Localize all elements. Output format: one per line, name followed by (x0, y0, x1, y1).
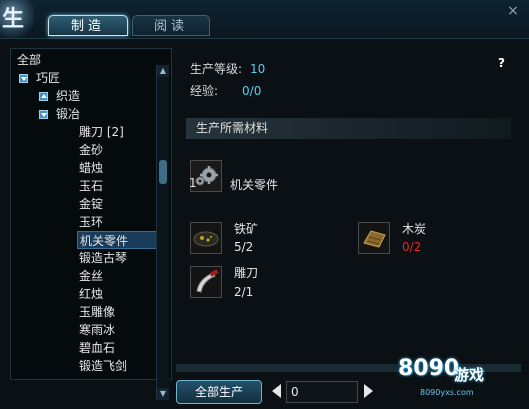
tree-item-recipe[interactable]: 玉环 (79, 213, 103, 231)
increase-quantity-icon[interactable] (364, 384, 373, 398)
expand-icon[interactable] (39, 92, 48, 101)
production-emblem: 生 (0, 0, 34, 38)
experience-label: 经验: (190, 84, 219, 98)
tree-item-label: 锻冶 (56, 107, 81, 121)
tree-item-recipe[interactable]: 红烛 (79, 285, 103, 303)
material-name: 雕刀 (234, 266, 259, 280)
tree-item-recipe[interactable]: 金砂 (79, 141, 103, 159)
collapse-icon[interactable] (39, 110, 48, 119)
recipe-tree-panel: 全部 巧匠 织造 锻冶 雕刀 [2] 金砂 蜡烛 玉石 金锭 玉环 机关零件 锻… (10, 48, 172, 380)
tree-item-recipe[interactable]: 蜡烛 (79, 159, 103, 177)
crafting-window: 生 制造 阅读 × 全部 巧匠 织造 锻冶 雕刀 [2] 金砂 蜡烛 玉石 金锭… (0, 0, 529, 409)
charcoal-icon (359, 223, 389, 253)
watermark-url: 8090yxs.com (420, 388, 474, 397)
tree-item-recipe[interactable]: 玉石 (79, 177, 103, 195)
craft-all-button[interactable]: 全部生产 (176, 380, 262, 404)
production-level-label: 生产等级: (190, 62, 243, 76)
tree-item-weaving[interactable]: 织造 (39, 87, 80, 105)
tree-scrollbar[interactable]: ▲ ▼ (156, 65, 169, 400)
material-slot-charcoal[interactable] (358, 222, 390, 254)
materials-header: 生产所需材料 (186, 118, 511, 139)
material-slot-iron-ore[interactable] (190, 222, 222, 254)
tree-item-forging[interactable]: 锻冶 (39, 105, 80, 123)
tree-item-recipe[interactable]: 锻造古琴 (79, 249, 127, 267)
production-level-value: 10 (250, 62, 266, 76)
tree-item-all[interactable]: 全部 (17, 51, 41, 69)
decrease-quantity-icon[interactable] (272, 384, 281, 398)
recipe-detail-panel: 生产等级: 10 经验: 0/0 ? 生产所需材料 1 机关零件 铁矿 5/2 … (178, 48, 523, 378)
tree-item-recipe[interactable]: 锻造飞剑 (79, 357, 127, 375)
tree-item-label: 织造 (56, 89, 81, 103)
help-icon[interactable]: ? (498, 56, 505, 70)
tab-read[interactable]: 阅读 (132, 15, 210, 36)
tree-item-recipe[interactable]: 金丝 (79, 267, 103, 285)
material-name: 木炭 (402, 222, 427, 236)
collapse-icon[interactable] (19, 74, 28, 83)
tree-item-recipe[interactable]: 寒雨冰 (79, 321, 115, 339)
tree-item-recipe[interactable]: 碧血石 (79, 339, 115, 357)
tree-item-recipe-selected[interactable]: 机关零件 (77, 231, 161, 249)
tree-item-recipe[interactable]: 金锭 (79, 195, 103, 213)
experience-value: 0/0 (242, 84, 262, 98)
material-name: 铁矿 (234, 222, 259, 236)
product-count: 1 (189, 176, 197, 190)
material-count: 5/2 (234, 240, 254, 254)
scroll-up-arrow-icon[interactable]: ▲ (157, 65, 169, 77)
material-count: 2/1 (234, 285, 254, 299)
tree-item-label: 全部 (17, 53, 42, 67)
scroll-thumb[interactable] (159, 160, 167, 184)
tree-item-craftsman[interactable]: 巧匠 (19, 69, 60, 87)
close-button[interactable]: × (505, 3, 521, 19)
iron-ore-icon (191, 223, 221, 253)
tab-craft[interactable]: 制造 (48, 15, 128, 36)
quantity-input[interactable]: 0 (286, 381, 358, 403)
watermark-sub-text: 游戏 (454, 366, 485, 384)
window-header: 生 制造 阅读 × (0, 0, 529, 39)
production-level: 生产等级: 10 (190, 60, 265, 77)
tree-item-recipe[interactable]: 雕刀 [2] (79, 123, 124, 141)
experience: 经验: 0/0 (190, 82, 261, 99)
tree-item-label: 巧匠 (36, 71, 61, 85)
carving-knife-icon (191, 267, 221, 297)
material-slot-carving-knife[interactable] (190, 266, 222, 298)
tree-item-recipe[interactable]: 玉雕像 (79, 303, 115, 321)
scroll-down-arrow-icon[interactable]: ▼ (157, 388, 169, 400)
watermark-logo-text: 8090 (398, 356, 460, 381)
site-watermark-logo: 8090 游戏 8090yxs.com (392, 352, 529, 409)
product-name: 机关零件 (230, 178, 279, 192)
material-count-insufficient: 0/2 (402, 240, 422, 254)
